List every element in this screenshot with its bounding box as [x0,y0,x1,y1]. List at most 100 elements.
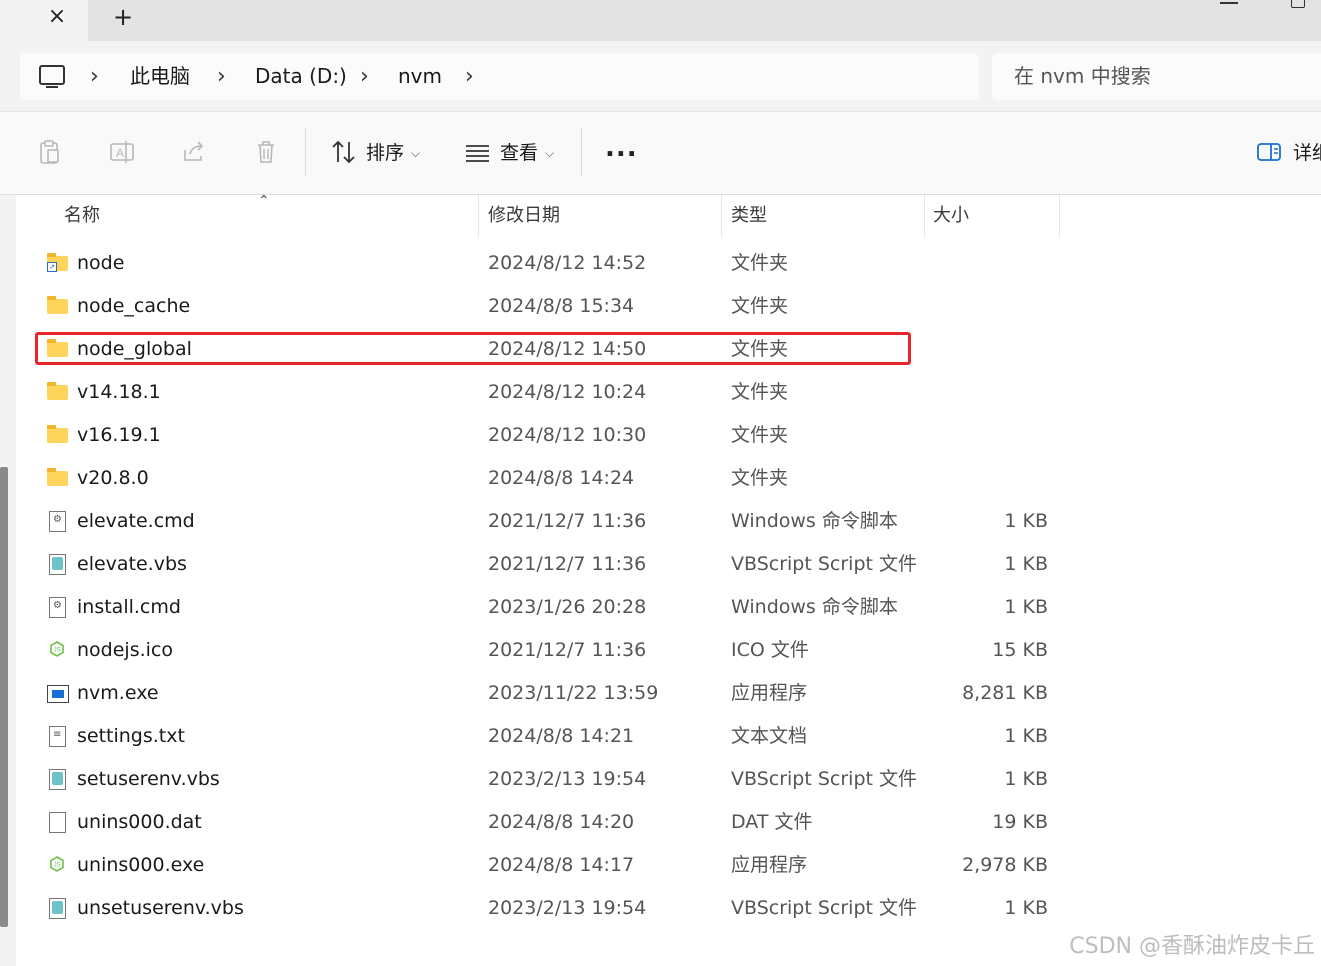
file-size [848,242,1048,285]
column-divider[interactable] [478,195,479,237]
scrollbar-thumb[interactable] [0,467,8,927]
column-header-size[interactable]: 大小 [933,195,969,237]
column-header-date[interactable]: 修改日期 [488,195,560,237]
chevron-right-icon[interactable]: › [90,53,99,100]
active-tab[interactable]: × [0,0,88,41]
vbs-file-icon [46,769,68,790]
file-name: elevate.cmd [77,510,195,532]
details-pane-icon[interactable] [1256,138,1284,166]
folder-icon [46,468,68,488]
file-date: 2024/8/12 10:30 [488,424,647,446]
file-name: setuserenv.vbs [77,768,220,790]
search-placeholder: 在 nvm 中搜索 [1014,64,1151,88]
file-row[interactable]: v16.19.1 2024/8/12 10:30 文件夹 [36,414,913,457]
file-size [848,414,1048,457]
column-divider[interactable] [1059,195,1060,237]
sort-ascending-icon: ⌃ [258,193,270,209]
toolbar-divider [581,128,582,176]
file-name: settings.txt [77,725,185,747]
search-input[interactable]: 在 nvm 中搜索 [992,53,1321,100]
file-row[interactable]: unsetuserenv.vbs 2023/2/13 19:54 VBScript … [36,887,1048,930]
exe-file-icon [46,683,69,703]
file-row[interactable]: node_cache 2024/8/8 15:34 文件夹 [36,285,913,328]
view-icon[interactable] [464,138,492,166]
column-divider[interactable] [721,195,722,237]
chevron-down-icon[interactable]: ⌵ [545,139,554,167]
svg-text:JS: JS [54,863,61,869]
file-date: 2024/8/12 10:24 [488,381,647,403]
file-size: 1 KB [1004,725,1048,747]
chevron-right-icon[interactable]: › [360,53,369,100]
file-date: 2023/2/13 19:54 [488,897,647,919]
file-name: node_cache [77,295,191,317]
file-size: 1 KB [1004,768,1048,790]
breadcrumb-data-drive[interactable]: Data (D:) [255,53,347,100]
file-row[interactable]: ⚙ elevate.cmd 2021/12/7 11:36 Windows 命令脚本 1… [36,500,1048,543]
chevron-right-icon[interactable]: › [217,53,226,100]
file-size: 19 KB [992,811,1048,833]
file-row[interactable]: v20.8.0 2024/8/8 14:24 文件夹 [36,457,913,500]
command-bar: A 排序 ⌵ 查看 ⌵ ... 详细 [0,112,1321,195]
breadcrumb-nvm[interactable]: nvm [398,53,442,100]
file-name: v16.19.1 [77,424,161,446]
paste-icon[interactable] [36,138,64,166]
svg-text:A: A [116,146,124,160]
computer-icon[interactable] [39,65,65,88]
share-icon[interactable] [180,138,208,166]
file-row[interactable]: setuserenv.vbs 2023/2/13 19:54 VBScript Sc… [36,758,1048,801]
chevron-right-icon[interactable]: › [465,53,474,100]
close-tab-icon[interactable]: × [42,2,72,32]
maximize-icon[interactable] [1291,0,1305,8]
file-row[interactable]: ↗ node 2024/8/12 14:52 文件夹 [36,242,913,285]
svg-text:JS: JS [54,648,61,654]
chevron-down-icon[interactable]: ⌵ [411,139,420,167]
file-row[interactable]: unins000.dat 2024/8/8 14:20 DAT 文件 19 KB [36,801,1048,844]
file-type: 文本文档 [731,725,808,747]
file-row[interactable]: v14.18.1 2024/8/12 10:24 文件夹 [36,371,913,414]
file-name: node [77,252,125,274]
sort-icon[interactable] [330,138,358,166]
breadcrumb[interactable]: › 此电脑 › Data (D:) › nvm › [20,53,979,100]
highlight-box [35,332,911,365]
file-row[interactable]: elevate.vbs 2021/12/7 11:36 VBScript Scrip… [36,543,1048,586]
cmd-file-icon: ⚙ [46,511,68,532]
column-header-type[interactable]: 类型 [731,195,767,237]
file-size: 2,978 KB [962,854,1048,876]
file-type: 文件夹 [731,295,789,317]
file-type: DAT 文件 [731,811,813,833]
minimize-icon[interactable] [1220,2,1238,4]
file-row[interactable]: ⚙ install.cmd 2023/1/26 20:28 Windows 命令脚本 1… [36,586,1048,629]
file-date: 2024/8/8 15:34 [488,295,635,317]
watermark: CSDN @香酥油炸皮卡丘 [1069,934,1315,959]
file-type: 文件夹 [731,424,789,446]
delete-icon[interactable] [252,138,280,166]
file-row[interactable]: JS nodejs.ico 2021/12/7 11:36 ICO 文件 15 KB [36,629,1048,672]
column-divider[interactable] [924,195,925,237]
column-header-name[interactable]: 名称 [64,195,100,237]
new-tab-icon[interactable]: + [108,2,138,32]
details-button[interactable]: 详细 [1293,139,1321,167]
folder-shortcut-icon: ↗ [46,253,68,273]
view-button[interactable]: 查看 [500,139,538,167]
more-options-button[interactable]: ... [605,135,637,167]
rename-icon[interactable]: A [108,138,136,166]
file-size: 1 KB [1004,510,1048,532]
sort-button[interactable]: 排序 [366,139,404,167]
file-row[interactable]: ≡ settings.txt 2024/8/8 14:21 文本文档 1 KB [36,715,1048,758]
file-row[interactable]: JS unins000.exe 2024/8/8 14:17 应用程序 2,978 KB [36,844,1048,887]
cmd-file-icon: ⚙ [46,597,68,618]
file-name: unins000.exe [77,854,205,876]
address-row: › 此电脑 › Data (D:) › nvm › 在 nvm 中搜索 [0,41,1321,112]
vbs-file-icon [46,554,68,575]
file-size: 8,281 KB [962,682,1048,704]
file-date: 2024/8/8 14:24 [488,467,635,489]
file-date: 2024/8/12 14:52 [488,252,647,274]
file-size: 15 KB [992,639,1048,661]
file-row[interactable]: nvm.exe 2023/11/22 13:59 应用程序 8,281 KB [36,672,1048,715]
folder-icon [46,425,68,445]
breadcrumb-this-pc[interactable]: 此电脑 [130,53,190,100]
folder-icon [46,382,68,402]
nodejs-icon: JS [46,855,68,875]
file-type: 文件夹 [731,467,789,489]
file-name: install.cmd [77,596,181,618]
